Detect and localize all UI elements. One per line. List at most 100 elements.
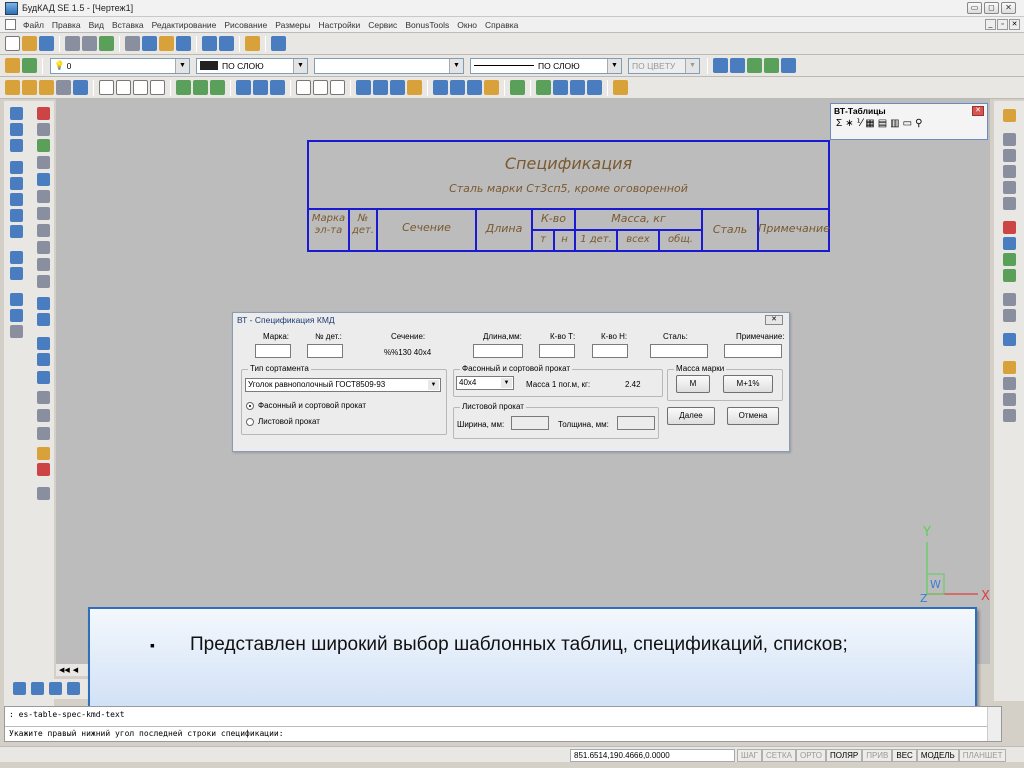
layer-select[interactable]: 💡 0 ▼	[50, 57, 190, 74]
save-icon[interactable]	[39, 36, 54, 51]
color-select[interactable]: ПО СЛОЮ ▼	[196, 57, 308, 74]
next-button[interactable]: Далее	[667, 407, 715, 425]
dim-edit-icon[interactable]	[253, 80, 268, 95]
rectangle-icon[interactable]	[150, 80, 165, 95]
steel-input[interactable]	[650, 344, 708, 358]
block-icon[interactable]	[713, 58, 728, 73]
rectangle-tool-icon[interactable]	[10, 193, 23, 206]
snap-icon[interactable]	[176, 80, 191, 95]
mdi-restore-button[interactable]: ▫	[997, 19, 1008, 30]
toggle-snap[interactable]: ШАГ	[737, 749, 762, 762]
print-icon[interactable]	[65, 36, 80, 51]
zoom-window-icon[interactable]	[1003, 165, 1016, 178]
menu-bonustools[interactable]: BonusTools	[401, 20, 453, 30]
extend-icon[interactable]	[37, 275, 50, 288]
hatch-icon[interactable]	[56, 80, 71, 95]
send-back-icon[interactable]	[1003, 393, 1016, 406]
dim-linear-icon[interactable]	[5, 80, 20, 95]
navigate-icon[interactable]	[1003, 237, 1016, 250]
menu-window[interactable]: Окно	[453, 20, 481, 30]
mtext-icon[interactable]	[313, 80, 328, 95]
properties-icon[interactable]	[1003, 333, 1016, 346]
join-icon[interactable]	[37, 313, 50, 326]
mark-input[interactable]	[255, 344, 291, 358]
width-input[interactable]	[511, 416, 549, 430]
lineweight-select[interactable]: ПО ЦВЕТУ ▼	[628, 57, 700, 74]
qty-t-input[interactable]	[539, 344, 575, 358]
point-icon[interactable]	[10, 325, 23, 338]
insert-tool-icon[interactable]	[10, 293, 23, 306]
spline-icon[interactable]	[116, 80, 131, 95]
tolerance-icon[interactable]	[587, 80, 602, 95]
attribute-icon[interactable]	[747, 58, 762, 73]
dim-angular-tool-icon[interactable]	[37, 409, 50, 422]
snap-midpoint-icon[interactable]	[49, 682, 62, 695]
radio-sheet-label[interactable]: Листовой прокат	[258, 417, 320, 426]
line-tool-icon[interactable]	[10, 107, 23, 120]
copy-icon[interactable]	[142, 36, 157, 51]
scale-icon[interactable]	[37, 224, 50, 237]
dialog-close-button[interactable]: ✕	[765, 315, 783, 325]
arc-icon[interactable]	[10, 209, 23, 222]
rotate-icon[interactable]	[37, 207, 50, 220]
polyline-icon[interactable]	[99, 80, 114, 95]
toggle-grid[interactable]: СЕТКА	[762, 749, 796, 762]
layer-manager-icon[interactable]	[1003, 253, 1016, 266]
find-icon[interactable]	[484, 80, 499, 95]
mirror-icon[interactable]	[37, 156, 50, 169]
layers-icon[interactable]	[5, 58, 20, 73]
profile-type-select[interactable]: Уголок равнополочный ГОСТ8509-93 ▼	[245, 378, 441, 392]
align-left-icon[interactable]	[356, 80, 371, 95]
orbit-icon[interactable]	[1003, 309, 1016, 322]
center-mark-icon[interactable]	[570, 80, 585, 95]
dim-radius-tool-icon[interactable]	[37, 427, 50, 440]
snap-endpoint-icon[interactable]	[31, 682, 44, 695]
stretch-icon[interactable]	[37, 241, 50, 254]
leader-icon[interactable]	[536, 80, 551, 95]
erase-icon[interactable]	[37, 107, 50, 120]
radio-shaped-label[interactable]: Фасонный и сортовой прокат	[258, 401, 366, 410]
tools-icon[interactable]	[1003, 221, 1016, 234]
open-folder-icon[interactable]	[22, 36, 37, 51]
command-scrollbar[interactable]	[987, 707, 1001, 741]
copy-object-icon[interactable]	[37, 139, 50, 152]
snap-from-icon[interactable]	[13, 682, 26, 695]
table-icon[interactable]	[39, 80, 54, 95]
spellcheck-icon[interactable]	[99, 36, 114, 51]
linetype-empty-select[interactable]: ▼	[314, 57, 464, 74]
menu-insert[interactable]: Вставка	[108, 20, 148, 30]
length-input[interactable]	[473, 344, 523, 358]
note-input[interactable]	[724, 344, 782, 358]
table-grid-icon[interactable]: ▦	[865, 118, 874, 129]
close-button[interactable]: ✕	[1001, 2, 1016, 14]
fillet-icon[interactable]	[37, 353, 50, 366]
menu-service[interactable]: Сервис	[364, 20, 401, 30]
paint-icon[interactable]	[37, 447, 50, 460]
dim-linear-tool-icon[interactable]	[37, 391, 50, 404]
pencil-icon[interactable]	[245, 36, 260, 51]
toggle-model[interactable]: МОДЕЛЬ	[916, 749, 959, 762]
ellipse-icon[interactable]	[10, 267, 23, 280]
part-num-input[interactable]	[307, 344, 343, 358]
polygon-icon[interactable]	[10, 177, 23, 190]
pan-icon[interactable]	[1003, 293, 1016, 306]
paste-icon[interactable]	[159, 36, 174, 51]
mass-m-plus-button[interactable]: М+1%	[723, 375, 773, 393]
brush-icon[interactable]	[1003, 109, 1016, 122]
zoom-previous-icon[interactable]	[1003, 197, 1016, 210]
make-block-icon[interactable]	[10, 309, 23, 322]
array-icon[interactable]	[37, 190, 50, 203]
dim-aligned-icon[interactable]	[22, 80, 37, 95]
insert-block-icon[interactable]	[730, 58, 745, 73]
fraction-icon[interactable]: ⅟	[857, 118, 863, 129]
xref-icon[interactable]	[781, 58, 796, 73]
search-icon[interactable]	[1003, 269, 1016, 282]
menu-dimension[interactable]: Размеры	[271, 20, 314, 30]
snap-end-icon[interactable]	[193, 80, 208, 95]
menu-settings[interactable]: Настройки	[315, 20, 365, 30]
match-properties-icon[interactable]	[176, 36, 191, 51]
zoom-in-icon[interactable]	[1003, 133, 1016, 146]
cut-icon[interactable]	[125, 36, 140, 51]
text-icon[interactable]	[296, 80, 311, 95]
toggle-ortho[interactable]: ОРТО	[796, 749, 826, 762]
